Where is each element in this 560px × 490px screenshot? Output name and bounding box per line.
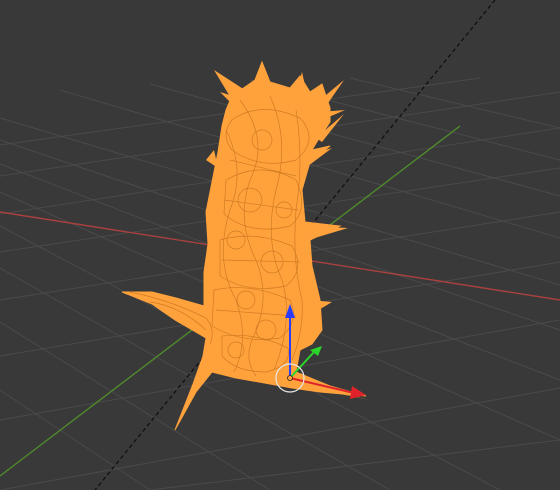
wireframe-mesh-object[interactable] [121,60,370,431]
3d-viewport[interactable] [0,0,560,490]
viewport-canvas[interactable] [0,0,560,490]
